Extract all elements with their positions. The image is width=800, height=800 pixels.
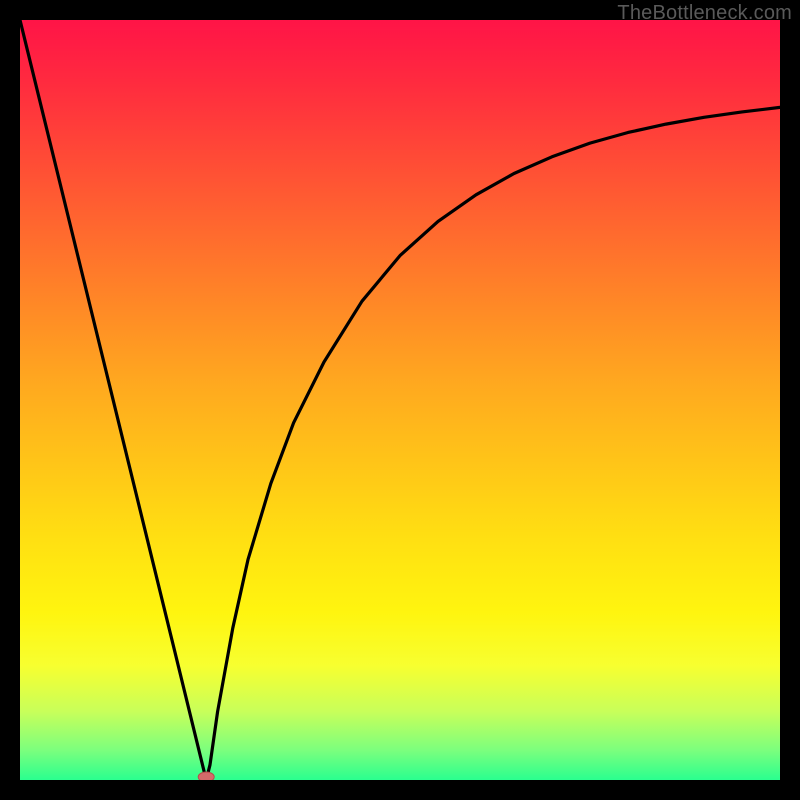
chart-frame (20, 20, 780, 780)
bottleneck-curve (20, 20, 780, 780)
watermark-text: TheBottleneck.com (617, 2, 792, 25)
minimum-marker (198, 772, 214, 780)
bottleneck-chart (20, 20, 780, 780)
